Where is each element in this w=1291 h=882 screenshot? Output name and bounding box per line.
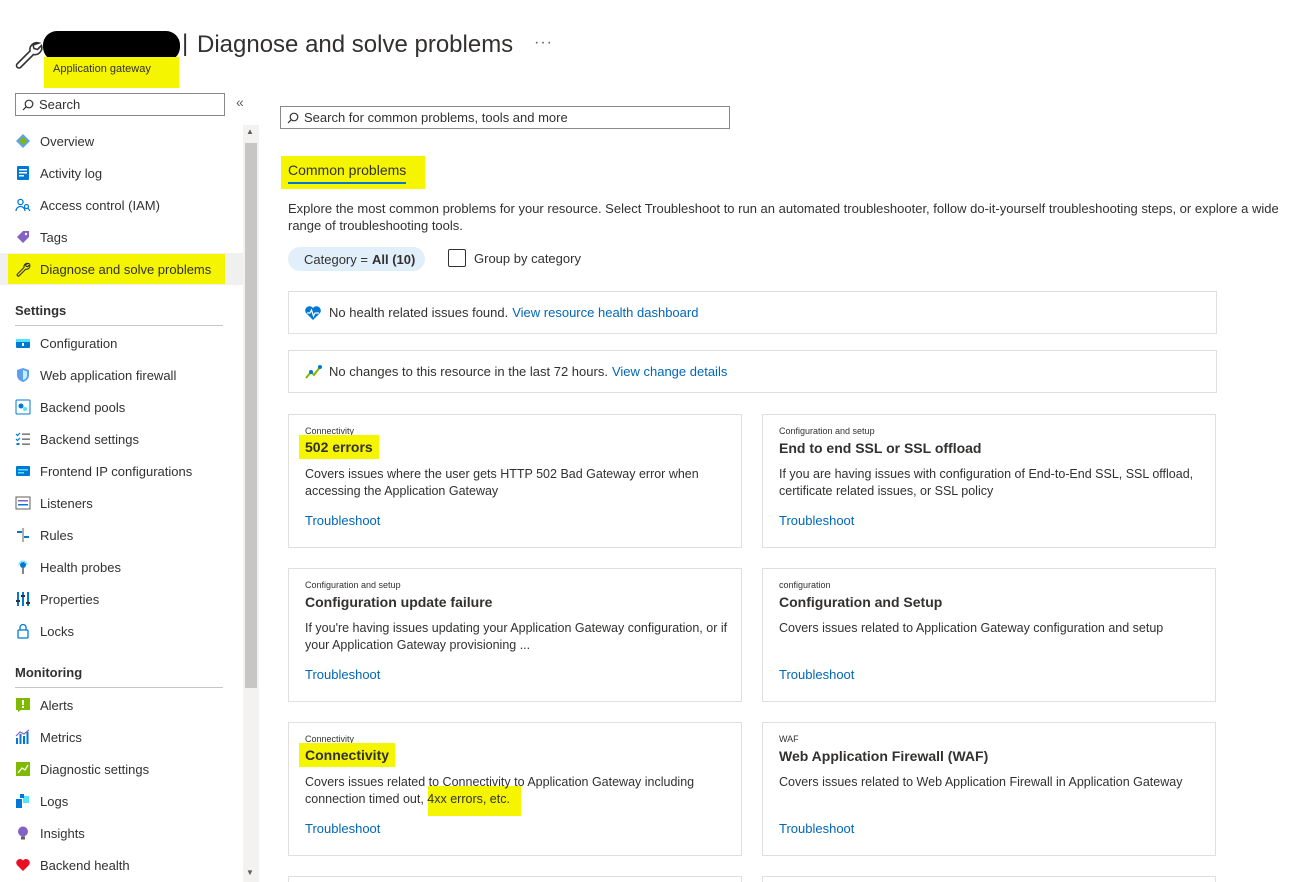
sidebar-item-diagnose[interactable]: Diagnose and solve problems (0, 253, 243, 285)
wrench-icon (15, 41, 43, 69)
sidebar-item-insights[interactable]: Insights (0, 817, 243, 849)
sidebar-item-diagnostic-settings[interactable]: Diagnostic settings (0, 753, 243, 785)
sidebar-item-logs[interactable]: Logs (0, 785, 243, 817)
card-title: Configuration update failure (305, 594, 493, 610)
sidebar-search-input[interactable] (39, 97, 219, 112)
problems-search[interactable] (280, 106, 730, 129)
card-title: Web Application Firewall (WAF) (779, 748, 989, 764)
change-analysis-icon (304, 363, 322, 381)
problem-card-waf: WAF Web Application Firewall (WAF) Cover… (762, 722, 1216, 856)
sidebar-item-waf[interactable]: Web application firewall (0, 359, 243, 391)
diagnostic-settings-icon (15, 761, 31, 777)
sidebar-item-backend-health[interactable]: Backend health (0, 849, 243, 881)
group-by-category-checkbox[interactable] (448, 249, 466, 267)
sidebar-nav: Overview Activity log Access control (IA… (0, 125, 243, 881)
troubleshoot-link[interactable]: Troubleshoot (779, 513, 854, 528)
sidebar-section-monitoring: Monitoring (0, 647, 243, 688)
troubleshoot-link[interactable]: Troubleshoot (305, 513, 380, 528)
sidebar-item-locks[interactable]: Locks (0, 615, 243, 647)
resource-type-label: Application gateway (44, 57, 179, 88)
rules-icon (15, 527, 31, 543)
tab-common-problems[interactable]: Common problems (288, 162, 407, 184)
sidebar-item-overview[interactable]: Overview (0, 125, 243, 157)
title-separator: | (182, 30, 189, 57)
sidebar-item-metrics[interactable]: Metrics (0, 721, 243, 753)
problems-search-input[interactable] (304, 110, 724, 125)
configuration-icon (15, 335, 31, 351)
properties-icon (15, 591, 31, 607)
problem-card-partial (762, 876, 1216, 882)
sidebar-item-listeners[interactable]: Listeners (0, 487, 243, 519)
activity-log-icon (15, 165, 31, 181)
card-title: End to end SSL or SSL offload (779, 440, 982, 456)
more-options-button[interactable]: ··· (534, 34, 553, 52)
backend-settings-icon (15, 431, 31, 447)
iam-icon (15, 197, 31, 213)
sidebar-item-tags[interactable]: Tags (0, 221, 243, 253)
problem-card-config-update-failure: Configuration and setup Configuration up… (288, 568, 742, 702)
insights-icon (15, 825, 31, 841)
sidebar-item-frontend-ip[interactable]: Frontend IP configurations (0, 455, 243, 487)
lock-icon (15, 623, 31, 639)
page-title: Diagnose and solve problems (197, 31, 514, 58)
collapse-sidebar-button[interactable]: « (236, 94, 244, 110)
sidebar-item-iam[interactable]: Access control (IAM) (0, 189, 243, 221)
health-probe-icon (15, 559, 31, 575)
health-heart-icon (304, 304, 322, 322)
group-by-category-label: Group by category (474, 251, 581, 266)
troubleshoot-link[interactable]: Troubleshoot (305, 667, 380, 682)
intro-text: Explore the most common problems for you… (288, 201, 1279, 233)
sidebar-item-backend-settings[interactable]: Backend settings (0, 423, 243, 455)
backend-pools-icon (15, 399, 31, 415)
frontend-ip-icon (15, 463, 31, 479)
card-title: Connectivity (299, 743, 396, 767)
alerts-icon (15, 697, 31, 713)
card-title: 502 errors (299, 435, 379, 459)
sidebar-item-alerts[interactable]: Alerts (0, 689, 243, 721)
sidebar-item-backend-pools[interactable]: Backend pools (0, 391, 243, 423)
scroll-down-arrow-icon[interactable]: ▼ (246, 868, 254, 877)
search-icon (287, 112, 299, 123)
change-details-link[interactable]: View change details (612, 364, 727, 379)
card-title: Configuration and Setup (779, 594, 943, 610)
sidebar-section-settings: Settings (0, 285, 243, 326)
logs-icon (15, 793, 31, 809)
metrics-icon (15, 729, 31, 745)
sidebar-item-properties[interactable]: Properties (0, 583, 243, 615)
sidebar-search[interactable] (15, 93, 225, 116)
resource-health-link[interactable]: View resource health dashboard (512, 305, 698, 320)
problem-card-ssl: Configuration and setup End to end SSL o… (762, 414, 1216, 548)
wrench-icon (15, 261, 31, 277)
sidebar-item-health-probes[interactable]: Health probes (0, 551, 243, 583)
troubleshoot-link[interactable]: Troubleshoot (779, 821, 854, 836)
sidebar-item-configuration[interactable]: Configuration (0, 327, 243, 359)
listeners-icon (15, 495, 31, 511)
health-banner: No health related issues found. View res… (288, 291, 1217, 334)
heart-icon (15, 857, 31, 873)
changes-banner: No changes to this resource in the last … (288, 350, 1217, 393)
troubleshoot-link[interactable]: Troubleshoot (305, 821, 380, 836)
sidebar-scrollbar-thumb[interactable] (245, 143, 257, 688)
search-icon (22, 99, 34, 110)
problem-card-connectivity: Connectivity Connectivity Covers issues … (288, 722, 742, 856)
troubleshoot-link[interactable]: Troubleshoot (779, 667, 854, 682)
tag-icon (15, 229, 31, 245)
overview-icon (15, 133, 31, 149)
problem-card-config-setup: configuration Configuration and Setup Co… (762, 568, 1216, 702)
sidebar-item-activity-log[interactable]: Activity log (0, 157, 243, 189)
sidebar-item-rules[interactable]: Rules (0, 519, 243, 551)
problem-card-502-errors: Connectivity 502 errors Covers issues wh… (288, 414, 742, 548)
shield-icon (15, 367, 31, 383)
scroll-up-arrow-icon[interactable]: ▲ (246, 127, 254, 136)
problem-card-partial (288, 876, 742, 882)
category-filter-pill[interactable]: Category = All (10) (288, 247, 426, 271)
